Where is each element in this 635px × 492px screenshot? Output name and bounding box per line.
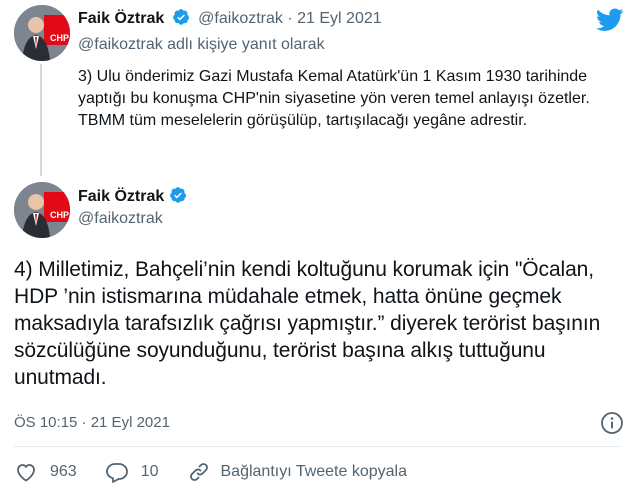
main-tweet-author: Faik Öztrak — [78, 186, 187, 206]
avatar[interactable]: CHP — [14, 5, 70, 61]
svg-text:CHP: CHP — [50, 33, 69, 43]
main-tweet-text: 4) Milletimiz, Bahçeli’nin kendi koltuğu… — [14, 258, 601, 389]
twitter-bird-icon[interactable] — [596, 8, 624, 32]
copy-link-label: Bağlantıyı Tweete kopyala — [220, 463, 408, 480]
author-handle[interactable]: @faikoztrak — [78, 210, 163, 228]
thread-connector-line — [40, 64, 42, 176]
separator-dot: · — [287, 10, 293, 27]
parent-tweet-header: Faik Öztrak @faikoztrak · 21 Eyl 2021 — [78, 8, 382, 28]
copy-link-button[interactable]: Bağlantıyı Tweete kopyala — [187, 460, 408, 484]
author-handle[interactable]: @faikoztrak — [198, 10, 283, 27]
verified-badge-icon — [169, 187, 186, 203]
reply-to-label: @faikoztrak adlı kişiye yanıt olarak — [78, 36, 325, 53]
verified-badge-icon — [172, 9, 189, 25]
svg-text:CHP: CHP — [50, 210, 69, 220]
heart-icon — [17, 464, 35, 482]
reply-button[interactable]: 10 — [105, 460, 159, 484]
avatar[interactable]: CHP — [14, 182, 70, 238]
tweet-actions-bar: 963 10 Bağlantıyı Tweete kopyala — [14, 460, 435, 484]
reply-count: 10 — [140, 463, 159, 480]
reply-bubble-icon — [105, 463, 128, 483]
info-icon[interactable] — [600, 411, 624, 435]
author-name[interactable]: Faik Öztrak — [78, 10, 164, 27]
like-button[interactable]: 963 — [14, 460, 77, 484]
like-count: 963 — [50, 463, 77, 480]
divider — [14, 446, 621, 447]
parent-tweet-text: 3) Ulu önderimiz Gazi Mustafa Kemal Atat… — [78, 68, 590, 129]
tweet-timestamp[interactable]: ÖS 10:15 · 21 Eyl 2021 — [14, 414, 170, 431]
tweet-date[interactable]: 21 Eyl 2021 — [297, 10, 382, 27]
link-icon — [189, 463, 208, 481]
author-name[interactable]: Faik Öztrak — [78, 188, 164, 205]
